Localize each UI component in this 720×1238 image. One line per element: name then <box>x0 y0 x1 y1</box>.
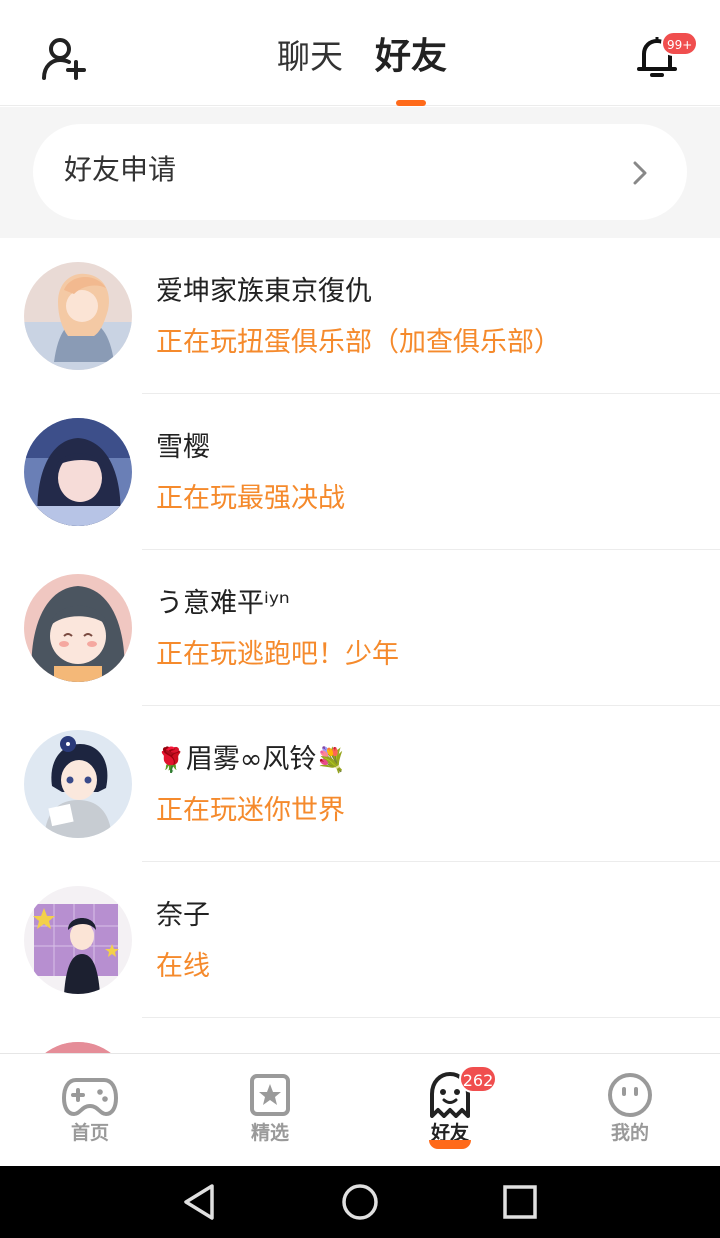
notification-badge: 99+ <box>661 31 699 56</box>
friend-request-button[interactable]: 好友申请 <box>33 124 687 220</box>
avatar <box>24 574 132 682</box>
nav-featured[interactable]: 精选 <box>180 1054 360 1167</box>
system-nav-bar <box>0 1166 720 1238</box>
top-tabs: 聊天 好友 <box>0 0 720 106</box>
gamepad-icon <box>62 1078 118 1116</box>
nav-home[interactable]: 首页 <box>0 1054 180 1167</box>
friend-row[interactable]: 奈子 在线 <box>0 862 720 1018</box>
friend-status: 正在玩最强决战 <box>156 483 345 514</box>
friend-list: 爱坤家族東京復仇 正在玩扭蛋俱乐部（加查俱乐部） 雪樱 正在玩最强决战 う意难平… <box>0 238 720 1053</box>
nav-friends[interactable]: 好友 <box>360 1054 540 1167</box>
friend-row[interactable] <box>0 1018 720 1053</box>
friend-status: 正在玩扭蛋俱乐部（加查俱乐部） <box>156 327 561 358</box>
rose-icon: 🌹 <box>156 746 186 774</box>
active-nav-indicator <box>429 1140 471 1149</box>
top-bar: 聊天 好友 99+ <box>0 0 720 106</box>
active-tab-indicator <box>396 100 426 106</box>
friend-status: 正在玩迷你世界 <box>156 795 345 826</box>
nav-label: 首页 <box>70 1122 109 1144</box>
friend-request-section: 好友申请 <box>0 107 720 238</box>
friend-request-label: 好友申请 <box>64 153 177 186</box>
friend-name: 雪樱 <box>156 432 210 463</box>
nav-label: 我的 <box>610 1122 649 1144</box>
friend-name: 奈子 <box>156 900 210 931</box>
nav-label: 精选 <box>250 1122 289 1144</box>
avatar <box>24 730 132 838</box>
recents-icon[interactable] <box>500 1182 540 1222</box>
avatar <box>24 418 132 526</box>
friends-count-badge: 262 <box>459 1065 497 1093</box>
avatar <box>24 262 132 370</box>
face-icon <box>608 1073 652 1117</box>
back-icon[interactable] <box>180 1182 220 1222</box>
tab-friends[interactable]: 好友 <box>375 34 447 80</box>
avatar <box>24 1042 132 1053</box>
friend-name: 🌹眉雾∞风铃💐 <box>156 744 347 775</box>
friend-row[interactable]: 🌹眉雾∞风铃💐 正在玩迷你世界 <box>0 706 720 862</box>
friend-status: 在线 <box>156 951 210 982</box>
home-icon[interactable] <box>340 1182 380 1222</box>
bottom-nav: 首页 精选 好友 262 我的 <box>0 1053 720 1166</box>
bouquet-icon: 💐 <box>316 746 347 774</box>
tab-chat[interactable]: 聊天 <box>277 34 343 80</box>
friend-row[interactable]: う意难平ⁱʸⁿ 正在玩逃跑吧！少年 <box>0 550 720 706</box>
friend-row[interactable]: 爱坤家族東京復仇 正在玩扭蛋俱乐部（加查俱乐部） <box>0 238 720 394</box>
friend-name: 爱坤家族東京復仇 <box>156 276 372 307</box>
nav-me[interactable]: 我的 <box>540 1054 720 1167</box>
chevron-right-icon <box>633 161 647 185</box>
friend-row[interactable]: 雪樱 正在玩最强决战 <box>0 394 720 550</box>
friend-name: う意难平ⁱʸⁿ <box>156 588 290 619</box>
star-bookmark-icon <box>250 1074 290 1116</box>
avatar <box>24 886 132 994</box>
friend-status: 正在玩逃跑吧！少年 <box>156 639 399 670</box>
